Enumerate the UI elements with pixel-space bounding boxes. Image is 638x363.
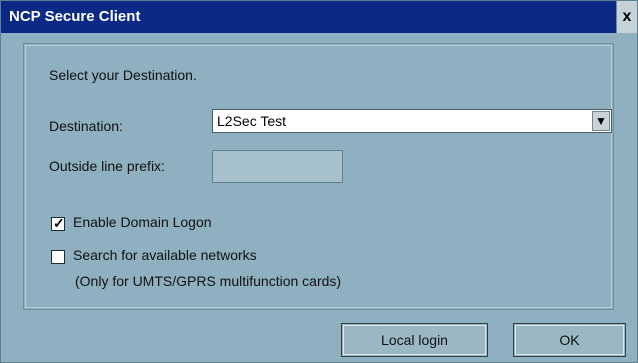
close-button[interactable]: x — [616, 1, 637, 33]
chevron-down-icon: ▼ — [595, 114, 607, 128]
destination-label: Destination: — [49, 118, 123, 134]
checkmark-icon: ✓ — [53, 215, 65, 231]
dialog-window: NCP Secure Client x Select your Destinat… — [0, 0, 638, 363]
destination-value: L2Sec Test — [217, 113, 287, 129]
window-title: NCP Secure Client — [9, 8, 141, 25]
search-networks-note: (Only for UMTS/GPRS multifunction cards) — [75, 273, 342, 289]
destination-select[interactable]: L2Sec Test ▼ — [212, 109, 612, 133]
outside-line-prefix-label: Outside line prefix: — [49, 158, 165, 174]
enable-domain-logon-label[interactable]: Enable Domain Logon — [73, 214, 212, 230]
title-bar[interactable]: NCP Secure Client x — [1, 1, 637, 33]
enable-domain-logon-checkbox[interactable]: ✓ — [51, 215, 65, 231]
search-networks-label[interactable]: Search for available networks — [73, 247, 257, 263]
search-networks-checkbox[interactable] — [51, 250, 65, 264]
outside-line-prefix-input[interactable] — [212, 150, 343, 183]
close-icon: x — [622, 8, 632, 25]
ok-button[interactable]: OK — [513, 323, 626, 357]
instruction-text: Select your Destination. — [49, 67, 197, 83]
dropdown-button[interactable]: ▼ — [592, 111, 610, 131]
local-login-button[interactable]: Local login — [341, 323, 488, 357]
